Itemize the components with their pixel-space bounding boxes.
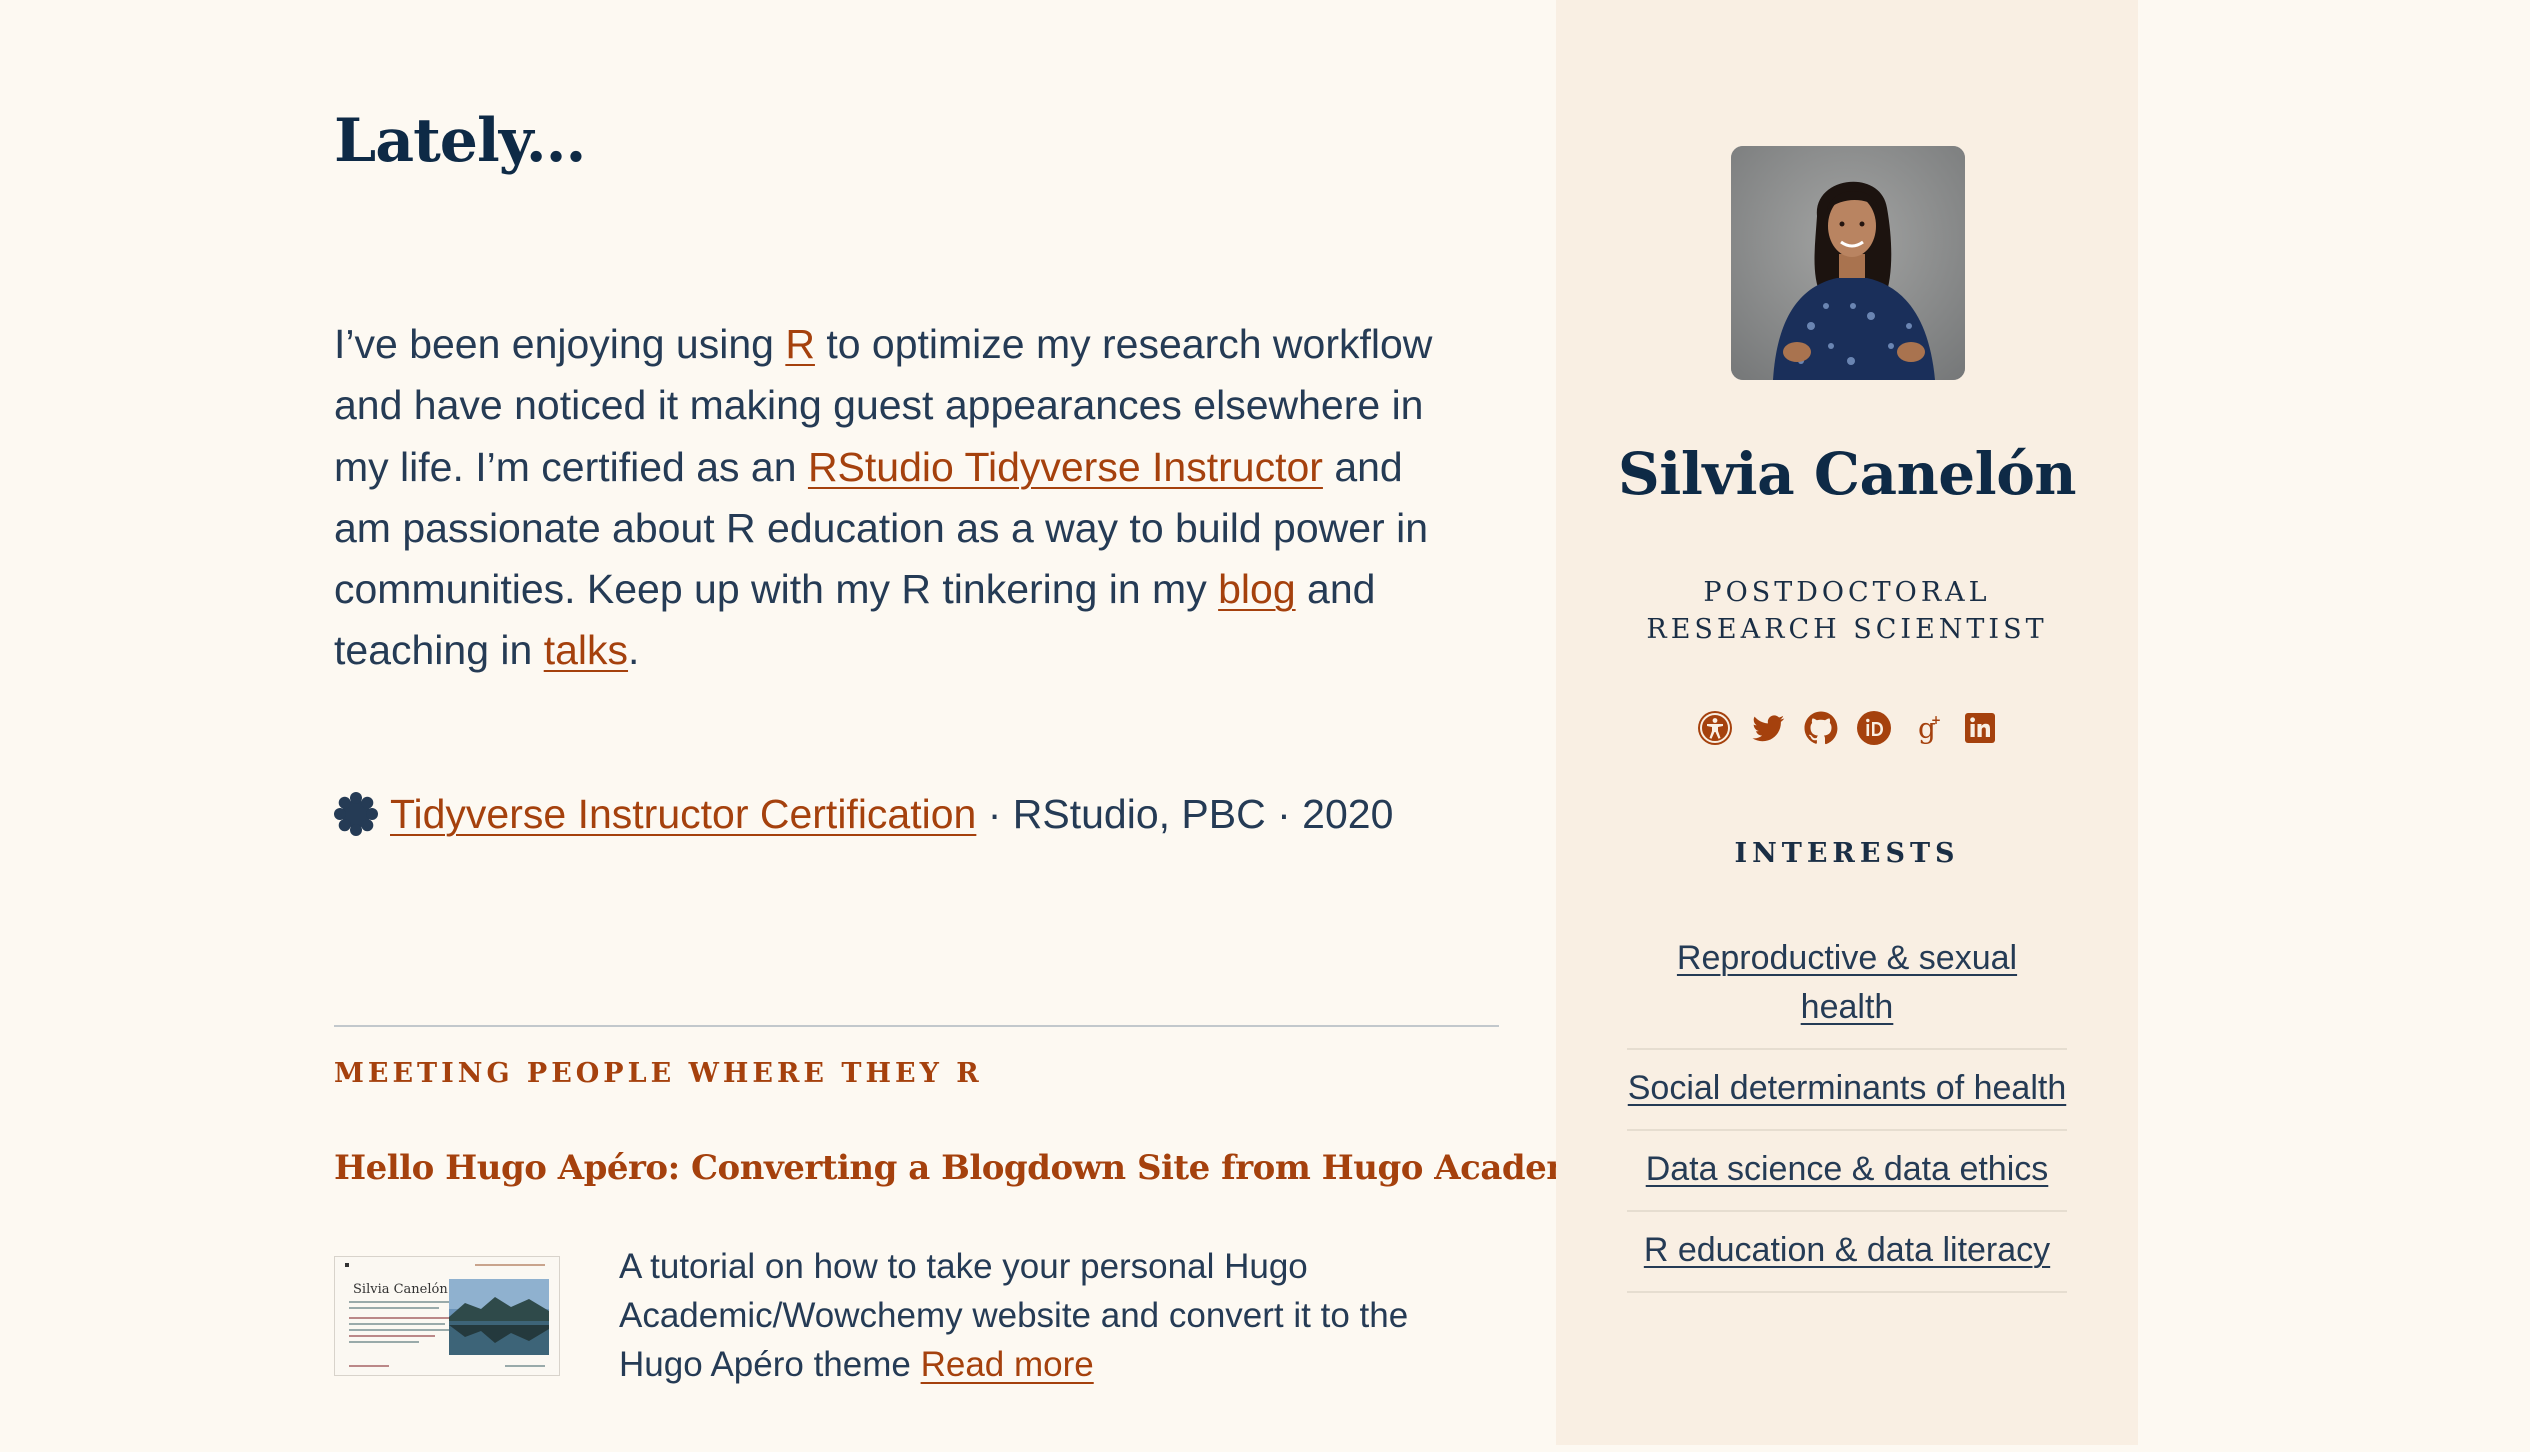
social-links: g +	[1556, 710, 2138, 750]
interest-link[interactable]: R education & data literacy	[1644, 1231, 2050, 1269]
list-item: Data science & data ethics	[1627, 1145, 2067, 1212]
thumbnail-title: Silvia Canelón	[353, 1282, 448, 1297]
read-more-link[interactable]: Read more	[921, 1345, 1094, 1384]
linkedin-icon[interactable]	[1962, 710, 1998, 746]
tidyverse-instructor-link[interactable]: RStudio Tidyverse Instructor	[808, 444, 1323, 490]
interest-link[interactable]: Data science & data ethics	[1646, 1150, 2049, 1188]
avatar	[1731, 146, 1965, 380]
certification-line: Tidyverse Instructor Certification · RSt…	[334, 784, 1454, 845]
post-summary: A tutorial on how to take your personal …	[619, 1242, 1499, 1389]
profile-sidebar: Silvia Canelón POSTDOCTORAL RESEARCH SCI…	[1556, 0, 2138, 1445]
interest-link[interactable]: Social determinants of health	[1628, 1069, 2066, 1107]
interests-list: Reproductive & sexual health Social dete…	[1627, 934, 2067, 1307]
github-icon[interactable]	[1803, 710, 1839, 746]
r-link[interactable]: R	[785, 321, 815, 367]
post-thumbnail[interactable]: Silvia Canelón	[334, 1256, 560, 1376]
orcid-icon[interactable]	[1856, 710, 1892, 746]
certification-link[interactable]: Tidyverse Instructor Certification	[390, 791, 976, 837]
svg-text:+: +	[1930, 713, 1940, 727]
post-title-link[interactable]: Hello Hugo Apéro: Converting a Blogdown …	[334, 1148, 1615, 1188]
certification-issuer: · RStudio, PBC · 2020	[976, 791, 1394, 837]
profile-name: Silvia Canelón	[1617, 440, 2077, 508]
thumbnail-preview-image: Silvia Canelón	[335, 1257, 559, 1375]
certificate-badge-icon	[334, 792, 378, 836]
intro-paragraph: I’ve been enjoying using R to optimize m…	[334, 314, 1454, 682]
interest-link[interactable]: Reproductive & sexual health	[1677, 939, 2017, 1026]
google-scholar-icon[interactable]: g +	[1909, 710, 1945, 746]
section-divider	[334, 1025, 1499, 1027]
list-item: Reproductive & sexual health	[1627, 934, 2067, 1050]
avatar-photo	[1731, 146, 1965, 380]
profile-role: POSTDOCTORAL RESEARCH SCIENTIST	[1646, 577, 2048, 645]
blog-link[interactable]: blog	[1218, 566, 1296, 612]
section-kicker: MEETING PEOPLE WHERE THEY R	[334, 1058, 983, 1089]
page-title: Lately...	[334, 106, 586, 176]
accessibility-icon[interactable]	[1697, 710, 1733, 746]
twitter-icon[interactable]	[1750, 710, 1786, 746]
talks-link[interactable]: talks	[544, 627, 628, 673]
intro-text: I’ve been enjoying using	[334, 321, 786, 367]
list-item: R education & data literacy	[1627, 1226, 2067, 1293]
intro-text: .	[628, 627, 640, 674]
interests-heading: INTERESTS	[1734, 838, 1960, 869]
list-item: Social determinants of health	[1627, 1064, 2067, 1131]
